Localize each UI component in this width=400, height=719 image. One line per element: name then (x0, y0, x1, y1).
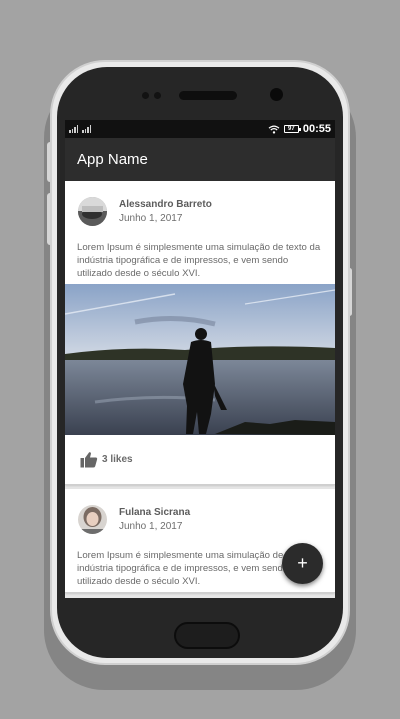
signal-icon (69, 125, 78, 133)
post-actions: 3 likes (65, 435, 335, 484)
avatar[interactable] (78, 197, 107, 226)
post-photo[interactable] (65, 284, 335, 435)
earpiece-speaker (179, 91, 237, 100)
front-camera (270, 88, 283, 101)
thumbs-up-icon[interactable] (80, 451, 98, 468)
sensor-dot (142, 92, 149, 99)
post-feed[interactable]: Alessandro Barreto Junho 1, 2017 Lorem I… (65, 181, 335, 598)
post-text: Lorem Ipsum é simplesmente uma simulação… (77, 242, 321, 279)
like-count: 3 likes (102, 454, 133, 465)
wifi-icon (268, 125, 280, 134)
app-bar: App Name (65, 138, 335, 181)
post-author[interactable]: Fulana Sicrana (119, 507, 190, 518)
home-button[interactable] (174, 622, 240, 649)
app-title: App Name (77, 151, 148, 168)
post-card[interactable]: Alessandro Barreto Junho 1, 2017 Lorem I… (65, 181, 335, 485)
post-date: Junho 1, 2017 (119, 521, 183, 532)
sensor-dot (154, 92, 161, 99)
add-post-button[interactable]: + (282, 543, 323, 584)
post-date: Junho 1, 2017 (119, 213, 183, 224)
battery-icon: 97 (283, 125, 301, 133)
screen: 97 00:55 App Name Alessandro Barreto Jun… (65, 120, 335, 598)
plus-icon: + (297, 553, 308, 573)
clock: 00:55 (302, 123, 331, 135)
post-author[interactable]: Alessandro Barreto (119, 199, 212, 210)
signal-icon (82, 125, 91, 133)
post-header: Alessandro Barreto Junho 1, 2017 (65, 181, 335, 232)
avatar[interactable] (78, 505, 107, 534)
post-header: Fulana Sicrana Junho 1, 2017 (65, 489, 335, 540)
status-bar: 97 00:55 (65, 120, 335, 138)
